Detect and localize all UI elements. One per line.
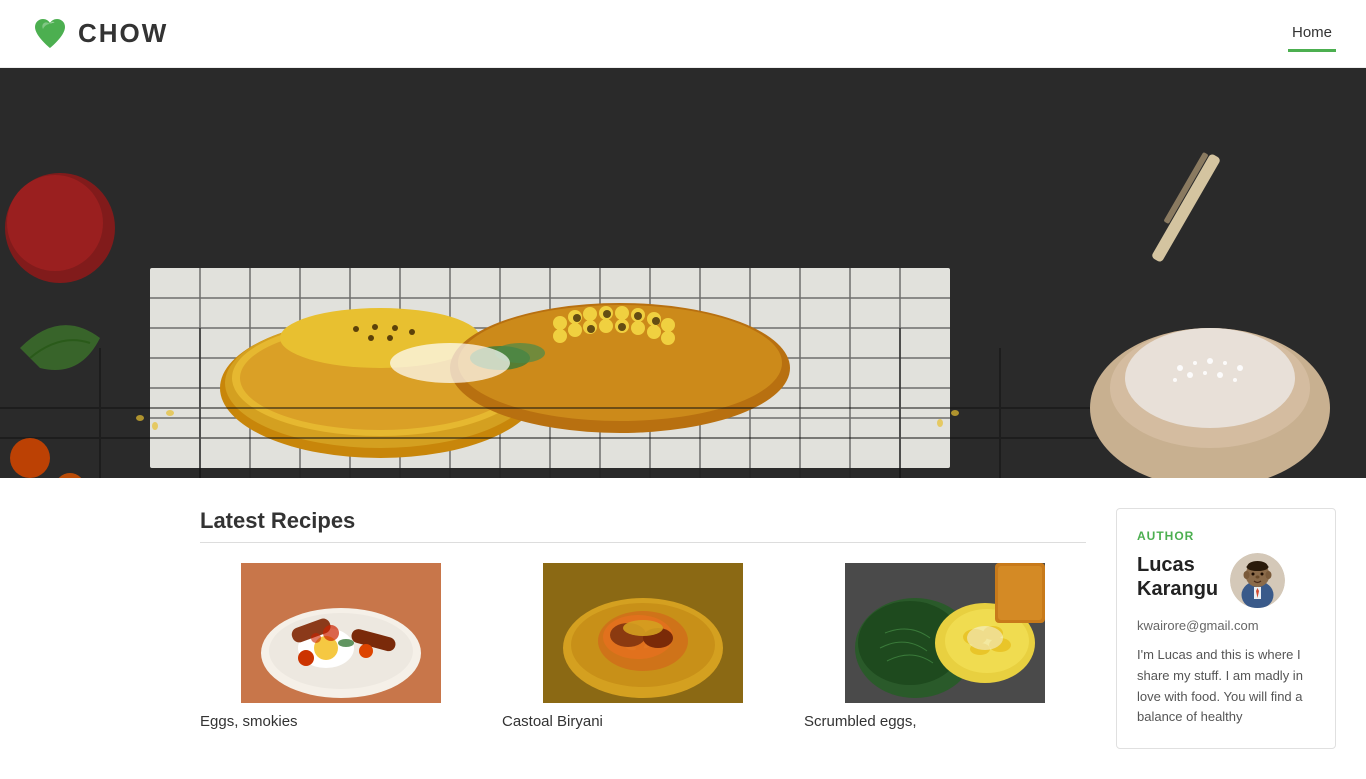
author-email: kwairore@gmail.com [1137, 618, 1315, 633]
latest-recipes-title: Latest Recipes [200, 508, 1086, 543]
recipe-card-title-2: Castoal Biryani [502, 713, 784, 730]
hero-visual [0, 68, 1366, 478]
recipe-cards: Eggs, smokies [200, 563, 1086, 730]
recipe-card-image-3 [804, 563, 1086, 703]
author-card: AUTHOR Lucas Karangu [1116, 508, 1336, 749]
logo-text: CHOW [78, 18, 168, 49]
recipe-card-1[interactable]: Eggs, smokies [200, 563, 482, 730]
author-name: Lucas Karangu [1137, 553, 1218, 601]
navbar: CHOW Home [0, 0, 1366, 68]
author-label: AUTHOR [1137, 529, 1315, 543]
recipe-card-image-1 [200, 563, 482, 703]
hero-section [0, 68, 1366, 478]
hero-image [0, 68, 1366, 478]
logo-link[interactable]: CHOW [30, 14, 168, 54]
sidebar: AUTHOR Lucas Karangu [1116, 508, 1336, 749]
recipe-image-scrambled-eggs [804, 563, 1086, 703]
nav-home[interactable]: Home [1288, 16, 1336, 52]
author-bio: I'm Lucas and this is where I share my s… [1137, 645, 1315, 728]
logo-icon [30, 14, 70, 54]
recipe-card-2[interactable]: Castoal Biryani [502, 563, 784, 730]
recipe-card-image-2 [502, 563, 784, 703]
author-avatar-image [1230, 553, 1285, 608]
main-content: Latest Recipes [0, 478, 1366, 779]
author-name-block: Lucas Karangu [1137, 553, 1218, 601]
recipe-image-biryani [502, 563, 784, 703]
author-avatar [1230, 553, 1285, 608]
recipe-card-3[interactable]: Scrumbled eggs, [804, 563, 1086, 730]
author-info: Lucas Karangu [1137, 553, 1315, 608]
recipe-card-title-1: Eggs, smokies [200, 713, 482, 730]
nav-links: Home [1288, 16, 1336, 52]
recipe-card-title-3: Scrumbled eggs, [804, 713, 1086, 730]
recipe-image-eggs-smokies [200, 563, 482, 703]
recipes-section: Latest Recipes [200, 508, 1086, 749]
